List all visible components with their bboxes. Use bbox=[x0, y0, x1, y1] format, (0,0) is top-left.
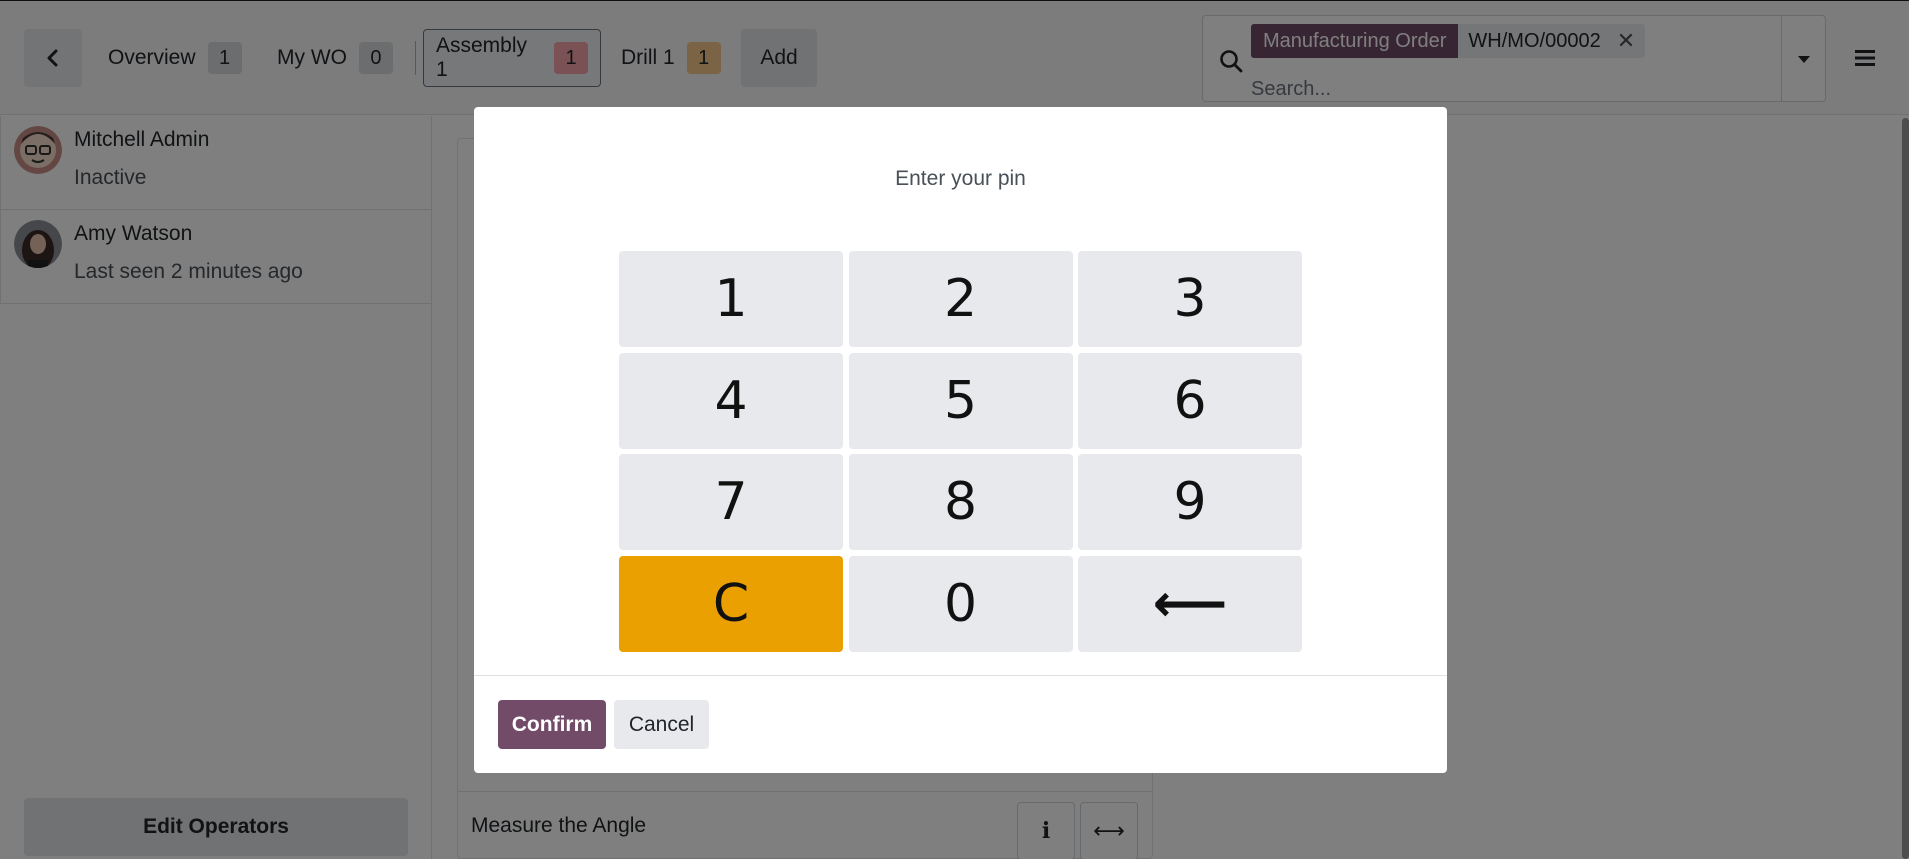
backspace-arrow-icon: ⟵ bbox=[1152, 573, 1228, 634]
key-3[interactable]: 3 bbox=[1078, 251, 1302, 347]
key-5[interactable]: 5 bbox=[848, 352, 1073, 449]
cancel-button[interactable]: Cancel bbox=[614, 700, 709, 749]
pin-keypad: 1 2 3 4 5 6 7 8 9 C 0 ⟵ bbox=[619, 251, 1302, 652]
confirm-button[interactable]: Confirm bbox=[498, 700, 606, 749]
key-2[interactable]: 2 bbox=[848, 251, 1073, 347]
key-0[interactable]: 0 bbox=[848, 555, 1073, 652]
dialog-footer: Confirm Cancel bbox=[474, 675, 1447, 773]
key-8[interactable]: 8 bbox=[848, 454, 1073, 550]
clear-key[interactable]: C bbox=[619, 555, 843, 652]
key-9[interactable]: 9 bbox=[1078, 454, 1302, 550]
key-7[interactable]: 7 bbox=[619, 454, 843, 550]
key-1[interactable]: 1 bbox=[619, 251, 843, 347]
pin-dialog: Enter your pin 1 2 3 4 5 6 7 8 9 C 0 ⟵ C… bbox=[474, 107, 1447, 773]
dialog-title: Enter your pin bbox=[895, 167, 1026, 190]
backspace-key[interactable]: ⟵ bbox=[1078, 555, 1302, 652]
key-4[interactable]: 4 bbox=[619, 352, 843, 449]
key-6[interactable]: 6 bbox=[1078, 352, 1302, 449]
